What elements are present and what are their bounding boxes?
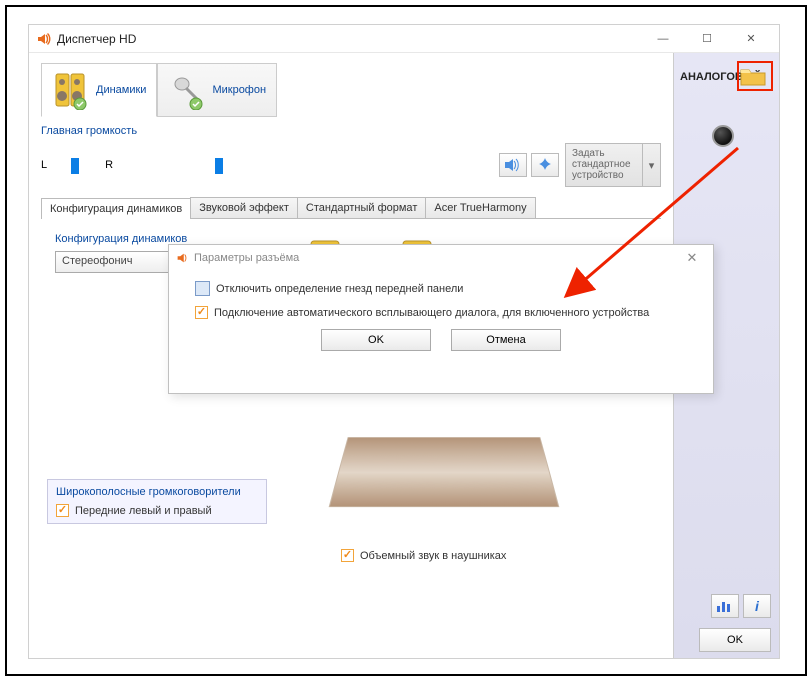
ok-main-button[interactable]: OK [699,628,771,652]
disable-front-panel-checkbox[interactable]: Отключить определение гнезд передней пан… [195,281,687,296]
wideband-speakers-group: Широкополосные громкоговорители Передние… [47,479,267,524]
eq-icon [716,600,734,612]
front-lr-checkbox[interactable]: Передние левый и правый [56,504,258,517]
app-icon [35,31,51,47]
main-volume-slider[interactable] [119,164,449,167]
dialog-ok-button[interactable]: OK [321,329,431,351]
tab-speakers[interactable]: Динамики [41,63,157,117]
dropdown-arrow-icon: ▾ [642,144,660,186]
surround-label: Объемный звук в наушниках [360,550,506,562]
checkbox-unchecked-icon [195,281,210,296]
minimize-button[interactable]: — [641,25,685,53]
titlebar: Диспетчер HD — ☐ ✕ [29,25,779,53]
audio-jack-black[interactable] [712,125,734,147]
close-button[interactable]: ✕ [729,25,773,53]
connector-settings-button-highlight [737,61,773,91]
info-icon: i [755,598,759,614]
set-default-label: Задать стандартное устройство [566,144,642,186]
dialog-icon [175,251,189,265]
connector-params-dialog: Параметры разъёма ✕ Отключить определени… [168,244,714,394]
headphone-surround-checkbox[interactable]: Объемный звук в наушниках [341,549,506,562]
checkbox-checked-icon [56,504,69,517]
subtab-trueharmony[interactable]: Acer TrueHarmony [425,197,535,218]
effects-icon [537,157,553,173]
tab-speakers-label: Динамики [96,84,146,96]
folder-icon[interactable] [739,65,767,87]
dialog-cancel-button[interactable]: Отмена [451,329,561,351]
checkbox-checked-icon [341,549,354,562]
info-button[interactable]: i [743,594,771,618]
window-title: Диспетчер HD [57,32,136,46]
maximize-button[interactable]: ☐ [685,25,729,53]
equalizer-button[interactable] [711,594,739,618]
checkbox-checked-icon [195,306,208,319]
dialog-close-button[interactable]: ✕ [677,250,707,266]
subtab-effect[interactable]: Звуковой эффект [190,197,298,218]
dialog-title: Параметры разъёма [194,252,299,264]
mic-icon [168,70,208,110]
set-default-device[interactable]: Задать стандартное устройство ▾ [565,143,661,187]
balance-R: R [105,159,113,171]
balance-L: L [41,159,47,171]
mute-button[interactable] [499,153,527,177]
sound-icon [504,158,522,172]
opt2-label: Подключение автоматического всплывающего… [214,307,649,319]
auto-popup-checkbox[interactable]: Подключение автоматического всплывающего… [195,306,687,319]
settings-button[interactable] [531,153,559,177]
main-volume-label: Главная громкость [41,125,661,137]
device-tabs: Динамики Микрофон [41,63,661,117]
config-tabs: Конфигурация динамиков Звуковой эффект С… [41,197,661,219]
wideband-title: Широкополосные громкоговорители [56,486,258,498]
tab-microphone[interactable]: Микрофон [157,63,277,117]
tab-mic-label: Микрофон [212,84,266,96]
subtab-config[interactable]: Конфигурация динамиков [41,198,191,219]
speaker-mode-dropdown[interactable]: Стереофонич [55,251,185,273]
front-lr-label: Передние левый и правый [75,505,212,517]
balance-slider[interactable] [53,164,99,167]
speakers-icon [52,70,92,110]
dialog-titlebar: Параметры разъёма ✕ [169,245,713,271]
opt1-label: Отключить определение гнезд передней пан… [216,283,463,295]
subtab-format[interactable]: Стандартный формат [297,197,426,218]
